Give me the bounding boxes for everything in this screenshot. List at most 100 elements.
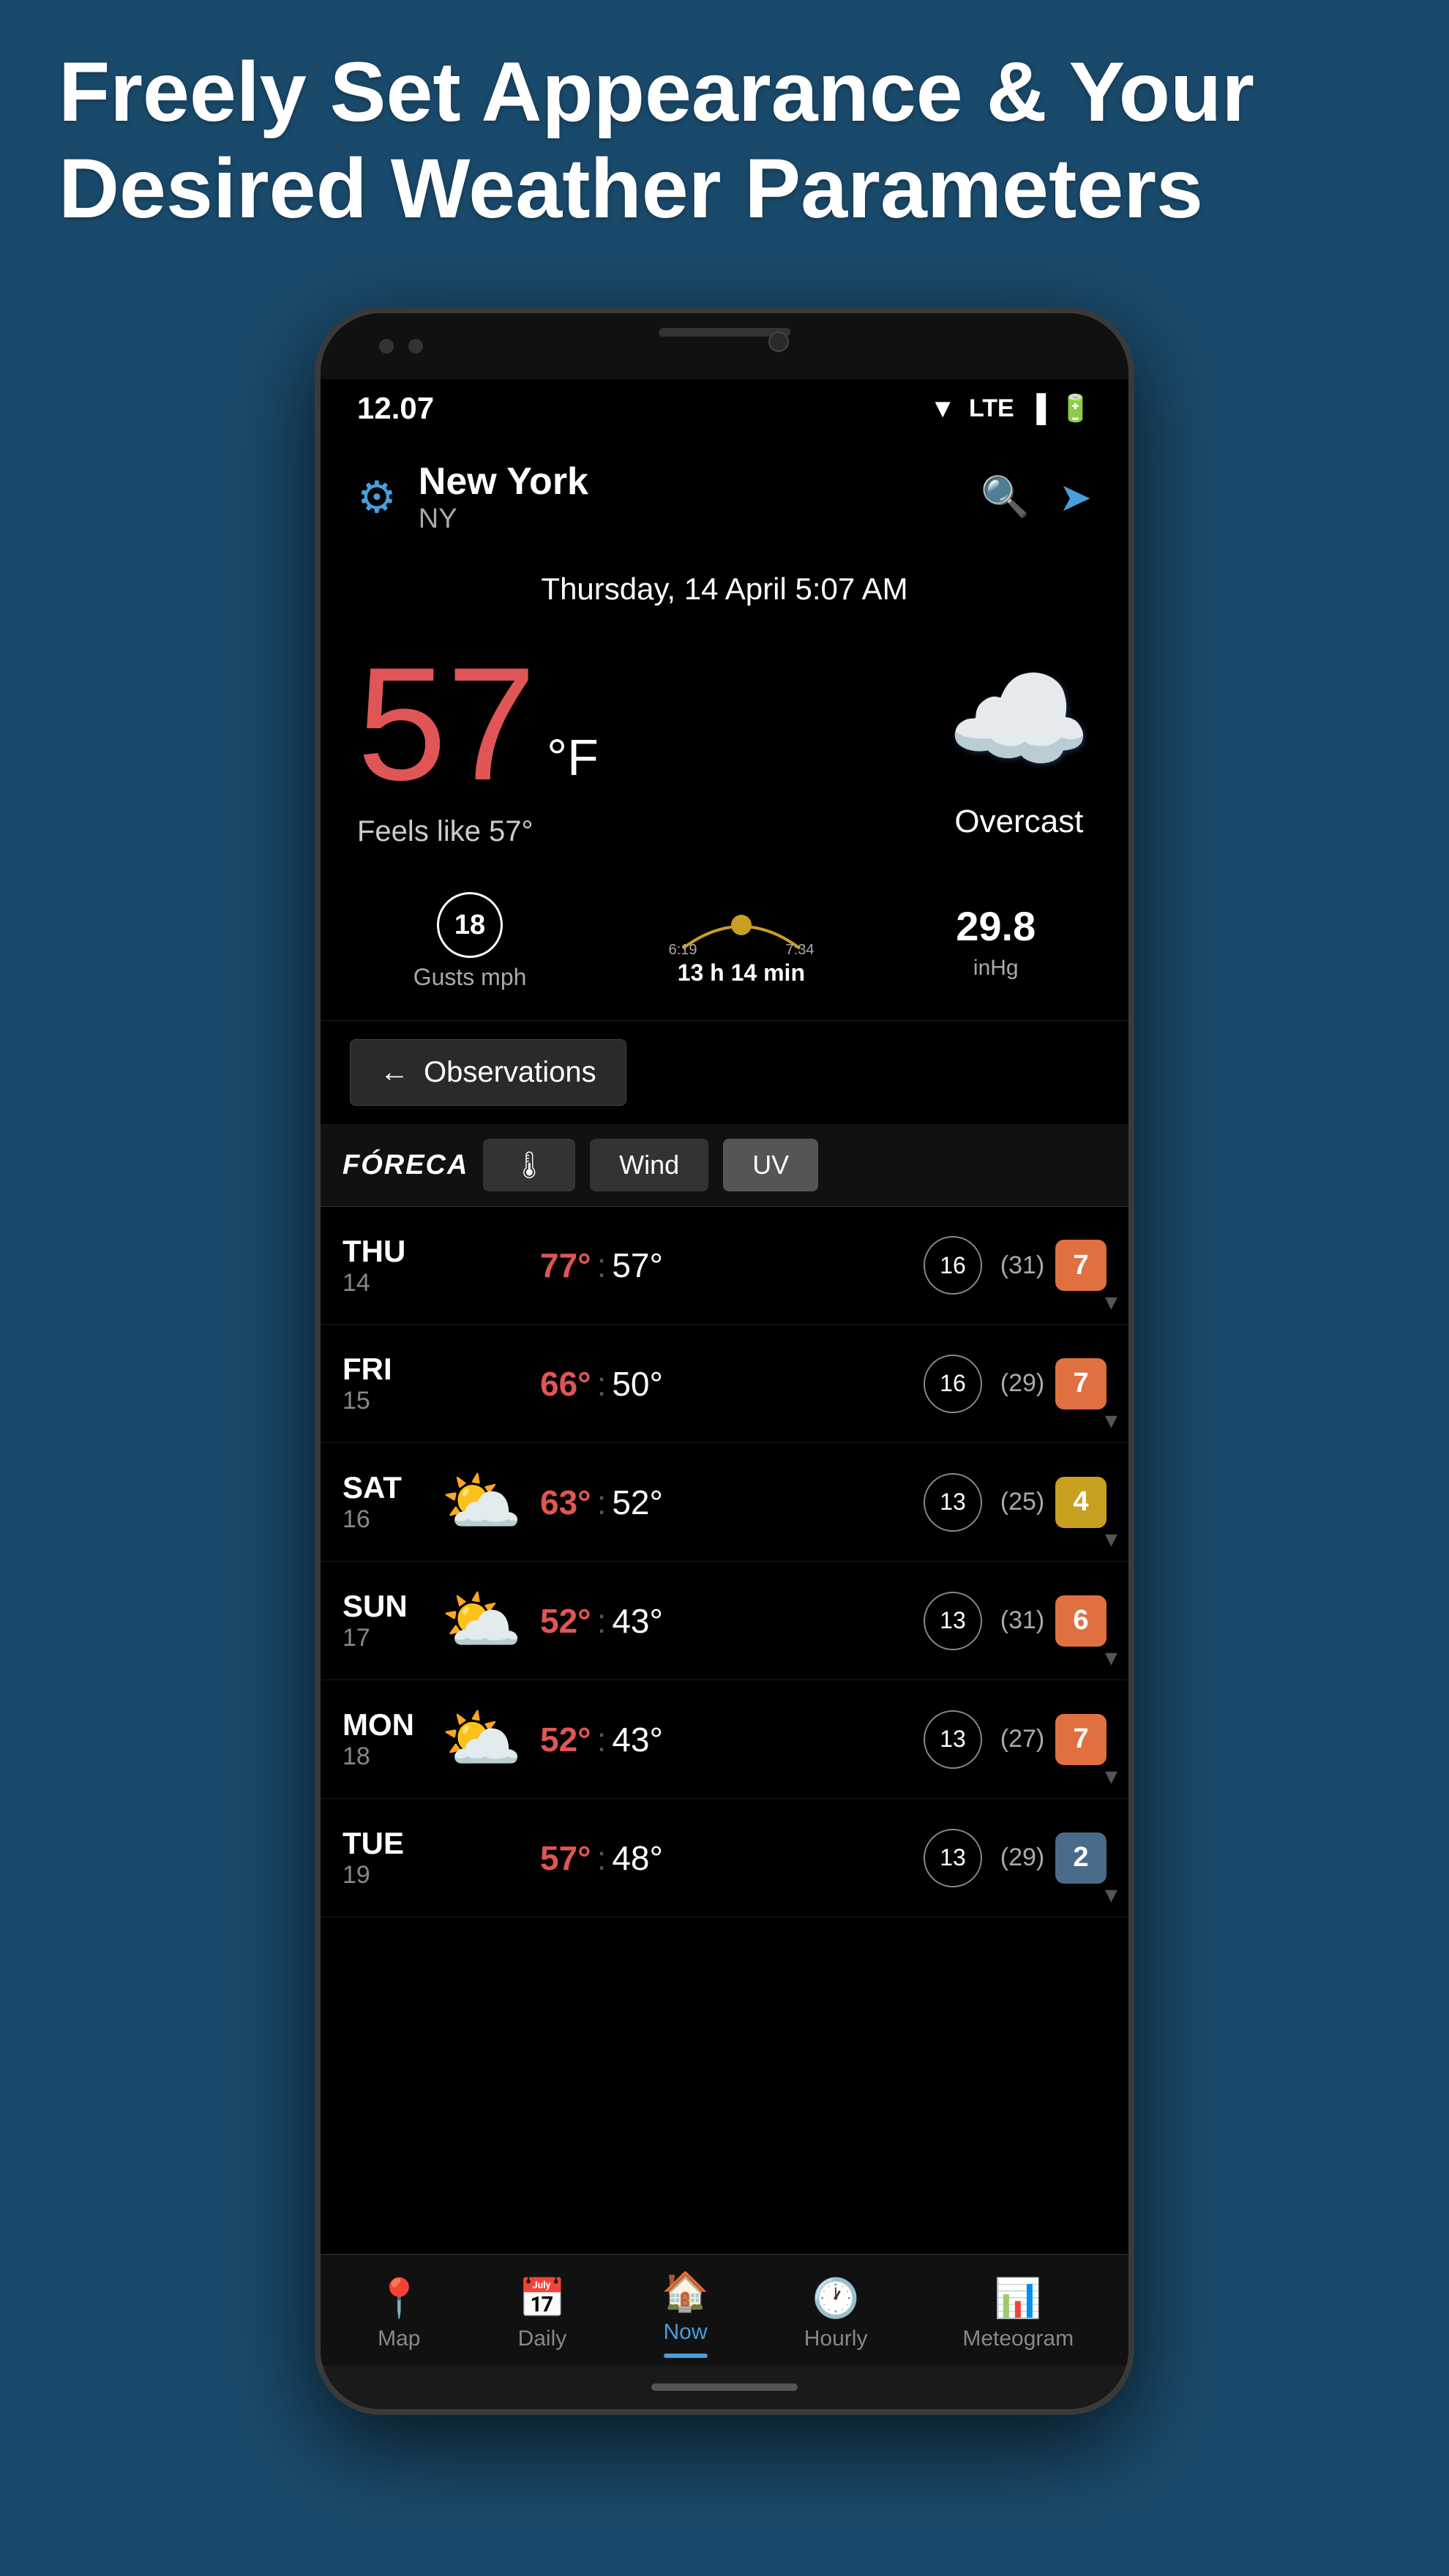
forecast-high: 52°	[540, 1720, 591, 1759]
forecast-temps: 57° : 48°	[540, 1838, 924, 1878]
forecast-high: 52°	[540, 1601, 591, 1641]
temperature-value: 57	[357, 634, 536, 814]
pressure-unit: inHg	[973, 956, 1019, 981]
phone-bottom	[321, 2365, 1128, 2409]
uv-badge: 4	[1055, 1477, 1107, 1528]
wind-gust: (25)	[989, 1488, 1055, 1516]
nav-item-meteogram[interactable]: 📊 Meteogram	[962, 2276, 1074, 2351]
city-name: New York	[419, 460, 588, 503]
forecast-day: SAT 16	[342, 1470, 438, 1534]
header-right: 🔍 ➤	[981, 474, 1093, 520]
chevron-down-icon: ▾	[1105, 1287, 1117, 1317]
forecast-high: 66°	[540, 1364, 591, 1404]
forecast-temps: 77° : 57°	[540, 1246, 924, 1285]
forecast-low: 43°	[612, 1720, 663, 1759]
date-bar: Thursday, 14 April 5:07 AM	[321, 557, 1128, 621]
page-title: Freely Set Appearance & Your Desired Wea…	[59, 44, 1390, 238]
forecast-row[interactable]: TUE 19 🌧 57° : 48° 13 (29) 2 ▾	[321, 1799, 1128, 1917]
uv-badge: 7	[1055, 1714, 1107, 1765]
forecast-row[interactable]: SAT 16 ⛅ 63° : 52° 13 (25) 4 ▾	[321, 1443, 1128, 1562]
wind-gust: (31)	[989, 1606, 1055, 1635]
wind-speed-circle: 13	[924, 1829, 982, 1887]
nav-active-indicator	[664, 2354, 708, 2358]
day-name: THU	[342, 1234, 438, 1269]
chevron-down-icon: ▾	[1105, 1643, 1117, 1672]
day-name: SAT	[342, 1470, 438, 1505]
forecast-low: 57°	[612, 1246, 663, 1285]
back-arrow-icon: ←	[380, 1056, 409, 1089]
temperature-display: 57 °F	[357, 643, 599, 804]
nav-item-map[interactable]: 📍 Map	[375, 2276, 423, 2351]
uv-badge: 7	[1055, 1358, 1107, 1409]
title-line1: Freely Set Appearance & Your	[59, 45, 1254, 139]
temperature-unit: °F	[547, 729, 599, 786]
location-icon[interactable]: ➤	[1059, 474, 1092, 520]
weather-icon: ☁️	[946, 652, 1092, 789]
forecast-list: THU 14 ⛈ 77° : 57° 16 (31) 7 ▾ FRI 15 ☀ …	[321, 1207, 1128, 1917]
temperature-section: 57 °F Feels like 57°	[357, 643, 599, 848]
wind-gust: (27)	[989, 1725, 1055, 1753]
svg-text:6:19: 6:19	[668, 942, 697, 956]
nav-label-meteogram: Meteogram	[962, 2326, 1074, 2351]
phone-frame: 12.07 ▼ LTE ▐ 🔋 ⚙ New York NY 🔍 ➤	[315, 307, 1134, 2415]
observations-button[interactable]: ← Observations	[350, 1039, 626, 1106]
wind-speed-circle: 13	[924, 1473, 982, 1532]
wifi-icon: ▼	[929, 393, 956, 424]
temp-separator: :	[597, 1838, 607, 1878]
day-number: 19	[342, 1861, 438, 1890]
nav-item-now[interactable]: 🏠 Now	[662, 2269, 709, 2358]
tab-temperature[interactable]: 🌡	[483, 1139, 575, 1191]
forecast-day: TUE 19	[342, 1826, 438, 1890]
day-name: SUN	[342, 1589, 438, 1624]
forecast-temps: 66° : 50°	[540, 1364, 924, 1404]
forecast-day: MON 18	[342, 1707, 438, 1771]
status-time: 12.07	[357, 391, 434, 426]
uv-badge: 2	[1055, 1832, 1107, 1884]
signal-icon: ▐	[1027, 393, 1046, 424]
day-number: 14	[342, 1269, 438, 1298]
svg-text:7:34: 7:34	[785, 942, 814, 956]
battery-icon: 🔋	[1059, 393, 1092, 424]
uv-badge: 6	[1055, 1595, 1107, 1647]
thermometer-icon: 🌡	[512, 1150, 546, 1180]
forecast-row[interactable]: FRI 15 ☀ 66° : 50° 16 (29) 7 ▾	[321, 1325, 1128, 1443]
forecast-weather-icon: ⛅	[438, 1582, 525, 1659]
uv-badge: 7	[1055, 1240, 1107, 1291]
day-number: 18	[342, 1742, 438, 1771]
forecast-high: 63°	[540, 1483, 591, 1522]
weather-main: 57 °F Feels like 57° ☁️ Overcast	[321, 621, 1128, 877]
tab-wind[interactable]: Wind	[590, 1139, 708, 1191]
settings-icon[interactable]: ⚙	[357, 472, 397, 523]
forecast-temps: 52° : 43°	[540, 1720, 924, 1759]
search-icon[interactable]: 🔍	[981, 474, 1030, 520]
nav-label-map: Map	[378, 2326, 420, 2351]
weather-condition: ☁️ Overcast	[946, 652, 1092, 840]
chevron-down-icon: ▾	[1105, 1524, 1117, 1554]
forecast-day: FRI 15	[342, 1352, 438, 1415]
forecast-row[interactable]: THU 14 ⛈ 77° : 57° 16 (31) 7 ▾	[321, 1207, 1128, 1325]
gusts-stat: 18 Gusts mph	[413, 892, 527, 991]
pressure-stat: 29.8 inHg	[956, 902, 1036, 981]
nav-item-hourly[interactable]: 🕐 Hourly	[804, 2276, 868, 2351]
home-indicator[interactable]	[651, 2384, 798, 2391]
forecast-row[interactable]: MON 18 ⛅ 52° : 43° 13 (27) 7 ▾	[321, 1680, 1128, 1799]
app-header: ⚙ New York NY 🔍 ➤	[321, 438, 1128, 557]
forecast-row[interactable]: SUN 17 ⛅ 52° : 43° 13 (31) 6 ▾	[321, 1562, 1128, 1680]
wind-gust: (31)	[989, 1251, 1055, 1280]
tab-uv[interactable]: UV	[723, 1139, 818, 1191]
day-name: FRI	[342, 1352, 438, 1387]
lte-label: LTE	[969, 394, 1014, 423]
nav-item-daily[interactable]: 📅 Daily	[518, 2276, 567, 2351]
forecast-day: SUN 17	[342, 1589, 438, 1652]
location-info: New York NY	[419, 460, 588, 535]
wind-speed-circle: 16	[924, 1236, 982, 1295]
forecast-weather-icon: ⛅	[438, 1701, 525, 1778]
feels-like: Feels like 57°	[357, 815, 599, 848]
nav-icon-map: 📍	[375, 2276, 423, 2321]
temp-separator: :	[597, 1601, 607, 1641]
forecast-low: 52°	[612, 1483, 663, 1522]
wind-speed-circle: 13	[924, 1592, 982, 1650]
temp-separator: :	[597, 1246, 607, 1285]
wind-label: Wind	[619, 1150, 679, 1180]
nav-icon-now: 🏠	[662, 2269, 709, 2314]
